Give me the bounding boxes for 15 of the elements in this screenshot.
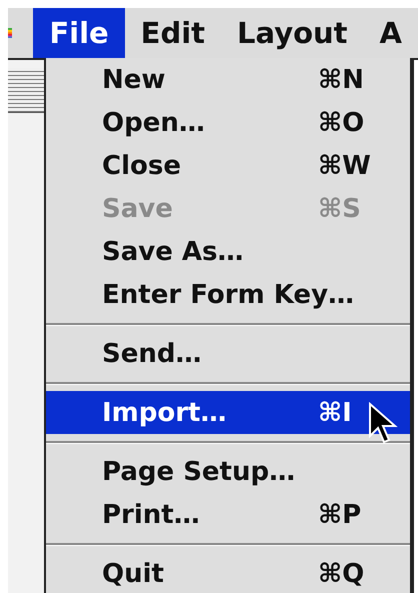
menu-item[interactable]: Send… bbox=[46, 332, 410, 375]
menu-item[interactable]: Enter Form Key… bbox=[46, 273, 410, 316]
menu-item[interactable]: Import… ⌘I bbox=[46, 391, 410, 434]
title-bar bbox=[8, 68, 44, 113]
menu-title[interactable]: Edit bbox=[124, 8, 222, 58]
menu-title[interactable]: A bbox=[364, 8, 418, 58]
menu-item[interactable]: New ⌘N bbox=[46, 58, 410, 101]
menu-title[interactable]: File bbox=[33, 8, 125, 58]
menu-title[interactable]: Layout bbox=[221, 8, 364, 58]
menu-item[interactable]: Print… ⌘P bbox=[46, 493, 410, 536]
menu-item[interactable]: Page Setup… bbox=[46, 450, 410, 493]
menu-item[interactable]: Quit ⌘Q bbox=[46, 552, 410, 593]
menu-item[interactable]: Close ⌘W bbox=[46, 144, 410, 187]
menu-item[interactable]: Open… ⌘O bbox=[46, 101, 410, 144]
menu-item[interactable]: Save As… bbox=[46, 230, 410, 273]
